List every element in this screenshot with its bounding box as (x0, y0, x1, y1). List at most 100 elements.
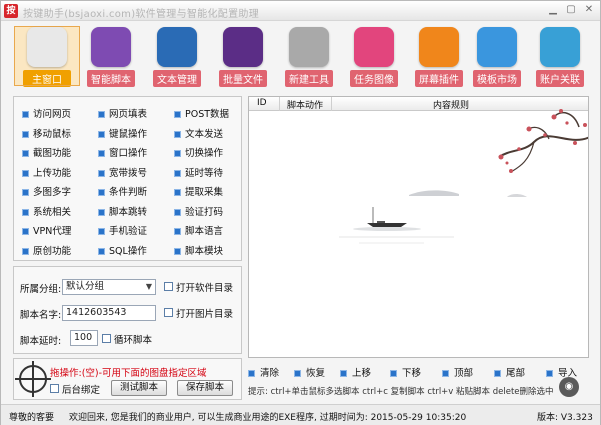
command-item[interactable]: 访问网页 (22, 106, 71, 120)
command-item[interactable]: 切换操作 (174, 145, 223, 159)
notebook-icon (157, 27, 197, 67)
toolbar-item-1[interactable]: 智能脚本 (79, 27, 143, 87)
command-label: POST数据 (185, 109, 230, 120)
window-icon (289, 27, 329, 67)
command-item[interactable]: 系统相关 (22, 204, 71, 218)
action-label: 尾部 (506, 368, 526, 379)
chart-icon (540, 27, 580, 67)
loop-label[interactable]: 循环脚本 (114, 332, 152, 346)
action-4[interactable]: 顶部 (442, 365, 473, 379)
command-item[interactable]: 验证打码 (174, 204, 223, 218)
command-item[interactable]: 截图功能 (22, 145, 71, 159)
command-item[interactable]: 原创功能 (22, 243, 71, 257)
hexagon-icon (419, 27, 459, 67)
bullet-icon (174, 169, 181, 177)
open-software-dir-checkbox[interactable] (164, 282, 173, 291)
command-label: 手机验证 (109, 226, 148, 237)
bullet-icon (248, 370, 255, 377)
toolbar-item-label: 屏幕插件 (415, 70, 463, 87)
command-label: 延时等待 (185, 167, 224, 179)
command-item[interactable]: 提取采集 (174, 184, 223, 198)
command-item[interactable]: 移动鼠标 (22, 126, 71, 140)
maximize-button[interactable]: ▢ (563, 3, 579, 17)
bullet-icon (390, 370, 397, 377)
background-bind-label[interactable]: 后台绑定 (62, 382, 100, 396)
command-item[interactable]: 多图多字 (22, 184, 71, 198)
command-item[interactable]: 网页填表 (98, 106, 147, 120)
action-1[interactable]: 恢复 (294, 365, 325, 379)
command-label: 移动鼠标 (33, 128, 72, 140)
command-item[interactable]: 脚本跳转 (98, 204, 147, 218)
chevron-down-icon: ▼ (145, 282, 152, 291)
command-item[interactable]: 延时等待 (174, 165, 223, 179)
command-item[interactable]: 窗口操作 (98, 145, 147, 159)
command-item[interactable]: POST数据 (174, 106, 229, 120)
toolbar-item-6[interactable]: 屏幕插件 (407, 27, 471, 87)
bullet-icon (22, 189, 29, 196)
test-script-button[interactable]: 测试脚本 (111, 380, 167, 396)
open-software-dir-label[interactable]: 打开软件目录 (176, 280, 233, 294)
open-image-dir-label[interactable]: 打开图片目录 (176, 306, 233, 320)
command-label: 原创功能 (33, 245, 72, 257)
command-label: 键鼠操作 (109, 128, 148, 140)
command-item[interactable]: 脚本语言 (174, 223, 223, 237)
command-item[interactable]: VPN代理 (22, 223, 71, 237)
command-label: 网页填表 (109, 109, 148, 120)
crosshair-icon[interactable] (15, 361, 51, 397)
home-icon (27, 27, 67, 67)
command-label: VPN代理 (33, 226, 72, 237)
command-label: 截图功能 (33, 148, 72, 159)
background-bind-checkbox[interactable] (50, 384, 59, 393)
bullet-icon (98, 150, 105, 157)
action-5[interactable]: 尾部 (494, 365, 525, 379)
toolbar-item-2[interactable]: 文本管理 (145, 27, 209, 87)
delay-input[interactable]: 100 (70, 330, 98, 346)
app-icon: 按 (4, 4, 18, 18)
toolbar-item-label: 主窗口 (23, 70, 71, 87)
delay-label: 脚本延时: (20, 336, 62, 347)
command-label: 验证打码 (185, 206, 224, 218)
open-image-dir-checkbox[interactable] (164, 308, 173, 317)
command-item[interactable]: SQL操作 (98, 243, 147, 257)
command-item[interactable]: 手机验证 (98, 223, 147, 237)
bullet-icon (174, 111, 181, 118)
command-item[interactable]: 宽带拨号 (98, 165, 147, 179)
toolbar-item-label: 账户关联 (536, 70, 584, 87)
command-item[interactable]: 脚本模块 (174, 243, 223, 257)
shortcut-hint: 提示: ctrl+单击鼠标多选脚本 ctrl+c 复制脚本 ctrl+v 粘贴脚… (248, 387, 554, 397)
minimize-button[interactable]: ▁ (545, 3, 561, 17)
command-item[interactable]: 条件判断 (98, 184, 147, 198)
group-label: 所属分组: (20, 284, 62, 295)
command-label: 脚本语言 (185, 226, 224, 237)
toolbar-item-3[interactable]: 批量文件 (211, 27, 275, 87)
action-0[interactable]: 清除 (248, 365, 279, 379)
command-item[interactable]: 文本发送 (174, 126, 223, 140)
toolbar-item-4[interactable]: 新建工具 (277, 27, 341, 87)
toolbar-item-0[interactable]: 主窗口 (14, 26, 80, 87)
action-2[interactable]: 上移 (340, 365, 371, 379)
save-script-button[interactable]: 保存脚本 (177, 380, 233, 396)
bullet-icon (546, 370, 553, 377)
command-label: 宽带拨号 (109, 167, 148, 179)
action-label: 顶部 (454, 368, 474, 379)
pick-tip: 拖操作:(空)-可用下面的图盘指定区域 (50, 368, 207, 379)
bullet-icon (22, 208, 29, 216)
script-table[interactable]: ID 脚本动作 内容规则 (248, 96, 589, 358)
bullet-icon (174, 189, 181, 196)
toolbar-item-5[interactable]: 任务图像 (342, 27, 406, 87)
close-button[interactable]: ✕ (581, 3, 597, 17)
script-name-input[interactable]: 1412603543 (62, 305, 156, 321)
action-label: 上移 (352, 368, 372, 379)
bullet-icon (98, 208, 105, 216)
command-label: 窗口操作 (109, 148, 148, 159)
command-item[interactable]: 键鼠操作 (98, 126, 147, 140)
group-select[interactable]: 默认分组 ▼ (62, 279, 156, 295)
bullet-icon (22, 169, 29, 177)
command-label: 条件判断 (109, 187, 148, 198)
toolbar-item-8[interactable]: 账户关联 (528, 27, 592, 87)
loop-checkbox[interactable] (102, 334, 111, 343)
action-3[interactable]: 下移 (390, 365, 421, 379)
command-item[interactable]: 上传功能 (22, 165, 71, 179)
toolbar-item-7[interactable]: 模板市场 (465, 27, 529, 87)
bullet-icon (98, 130, 105, 138)
